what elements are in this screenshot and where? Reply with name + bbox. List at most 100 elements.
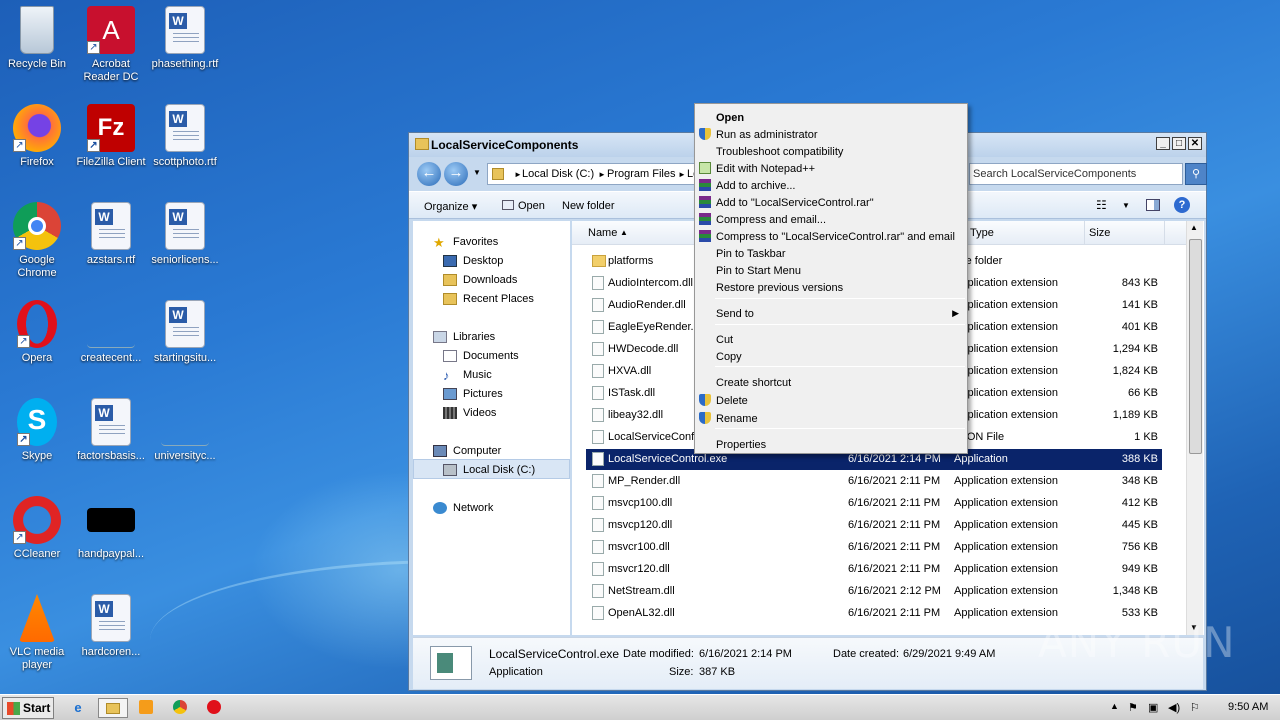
desktop-icon-universityc[interactable]: universityc...: [148, 398, 222, 463]
new-folder-button[interactable]: New folder: [562, 200, 615, 212]
desktop-icon-seniorlicens[interactable]: seniorlicens...: [148, 202, 222, 267]
open-button[interactable]: Open: [502, 200, 545, 212]
explorer-taskbar-icon[interactable]: [98, 698, 128, 718]
table-row[interactable]: NetStream.dll 6/16/2021 2:12 PM Applicatio…: [586, 581, 1162, 602]
nav-local-disk[interactable]: Local Disk (C:): [463, 464, 535, 476]
file-date: 6/16/2021 2:12 PM: [848, 585, 941, 597]
menu-item-delete[interactable]: Delete: [695, 392, 967, 409]
nav-music[interactable]: Music: [463, 369, 492, 381]
column-type[interactable]: Type: [970, 227, 994, 239]
desktop-icon-hardcoren[interactable]: hardcoren...: [74, 594, 148, 659]
menu-item-troubleshoot-compatibility[interactable]: Troubleshoot compatibility: [695, 143, 967, 160]
desktop-icon-ccleaner[interactable]: ↗ CCleaner: [0, 496, 74, 561]
minimize-button[interactable]: _: [1156, 137, 1170, 150]
recent-pages-chevron-icon[interactable]: ▼: [473, 168, 481, 177]
folder-icon: [592, 255, 606, 267]
breadcrumb-local-disk[interactable]: Local Disk (C:): [522, 168, 594, 180]
desktop-icon-vlc[interactable]: VLC media player: [0, 594, 74, 672]
menu-item-properties[interactable]: Properties: [695, 436, 967, 453]
menu-item-open[interactable]: Open: [695, 109, 967, 126]
menu-item-send-to[interactable]: Send to ▶: [695, 305, 967, 322]
column-separator[interactable]: [1084, 221, 1085, 245]
file-type: Application extension: [954, 387, 1058, 399]
nav-favorites[interactable]: Favorites: [453, 236, 498, 248]
nav-computer[interactable]: Computer: [453, 445, 501, 457]
file-name: msvcp100.dll: [608, 497, 673, 509]
menu-item-create-shortcut[interactable]: Create shortcut: [695, 374, 967, 391]
desktop-icon-createcent[interactable]: createcent...: [74, 300, 148, 365]
nav-videos[interactable]: Videos: [463, 407, 496, 419]
clock[interactable]: 9:50 AM: [1228, 701, 1268, 713]
maximize-button[interactable]: □: [1172, 137, 1186, 150]
volume-icon[interactable]: ◀): [1168, 701, 1180, 714]
menu-item-run-as-administrator[interactable]: Run as administrator: [695, 126, 967, 143]
search-input[interactable]: Search LocalServiceComponents: [969, 163, 1183, 185]
views-icon[interactable]: ☷: [1096, 198, 1107, 212]
desktop-icon-startingsitu[interactable]: startingsitu...: [148, 300, 222, 365]
desktop-icon-azstars[interactable]: azstars.rtf: [74, 202, 148, 267]
icon-label: factorsbasis...: [77, 450, 145, 462]
desktop-icon-recycle-bin[interactable]: Recycle Bin: [0, 6, 74, 71]
nav-recent-places[interactable]: Recent Places: [463, 293, 534, 305]
nav-network[interactable]: Network: [453, 502, 493, 514]
table-row[interactable]: msvcr100.dll 6/16/2021 2:11 PM Application…: [586, 537, 1162, 558]
chrome-taskbar-icon[interactable]: [170, 698, 190, 718]
menu-item-copy[interactable]: Copy: [695, 348, 967, 365]
organize-button[interactable]: Organize ▾: [424, 200, 477, 213]
nav-downloads[interactable]: Downloads: [463, 274, 517, 286]
menu-item-rename[interactable]: Rename: [695, 410, 967, 427]
nav-libraries[interactable]: Libraries: [453, 331, 495, 343]
menu-item-cut[interactable]: Cut: [695, 331, 967, 348]
search-icon[interactable]: ⚲: [1185, 163, 1207, 185]
menu-item-pin-to-start-menu[interactable]: Pin to Start Menu: [695, 262, 967, 279]
menu-item-edit-with-notepad[interactable]: Edit with Notepad++: [695, 160, 967, 177]
menu-item-add-to-localservicecontrol-rar[interactable]: Add to "LocalServiceControl.rar": [695, 194, 967, 211]
start-button[interactable]: Start: [2, 697, 54, 719]
opera-taskbar-icon[interactable]: [204, 698, 224, 718]
preview-pane-icon[interactable]: [1146, 199, 1160, 211]
desktop-icon-firefox[interactable]: ↗ Firefox: [0, 104, 74, 169]
desktop-icon-filezilla[interactable]: Fz ↗ FileZilla Client: [74, 104, 148, 169]
menu-item-compress-and-email[interactable]: Compress and email...: [695, 211, 967, 228]
table-row[interactable]: msvcr120.dll 6/16/2021 2:11 PM Application…: [586, 559, 1162, 580]
action-center-flag-icon[interactable]: ⚑: [1128, 701, 1138, 714]
file-name: AudioRender.dll: [608, 299, 686, 311]
desktop-icon-phasething[interactable]: phasething.rtf: [148, 6, 222, 71]
desktop-icon-skype[interactable]: S ↗ Skype: [0, 398, 74, 463]
nav-pictures[interactable]: Pictures: [463, 388, 503, 400]
back-arrow-icon[interactable]: ←: [417, 162, 441, 186]
column-name[interactable]: Name: [588, 227, 617, 239]
flag-icon[interactable]: ⚐: [1190, 701, 1200, 714]
forward-arrow-icon[interactable]: →: [444, 162, 468, 186]
desktop-icon-factorsbasis[interactable]: factorsbasis...: [74, 398, 148, 463]
scroll-up-icon[interactable]: ▲: [1190, 223, 1198, 232]
menu-item-add-to-archive[interactable]: Add to archive...: [695, 177, 967, 194]
media-player-icon[interactable]: [136, 698, 156, 718]
desktop-icon-opera[interactable]: ↗ Opera: [0, 300, 74, 365]
desktop-icon-handpaypal[interactable]: handpaypal...: [74, 496, 148, 561]
table-row[interactable]: MP_Render.dll 6/16/2021 2:11 PM Applicatio…: [586, 471, 1162, 492]
table-row[interactable]: msvcp120.dll 6/16/2021 2:11 PM Application…: [586, 515, 1162, 536]
desktop-icon-acrobat[interactable]: A ↗ Acrobat Reader DC: [74, 6, 148, 84]
column-separator[interactable]: [1164, 221, 1165, 245]
close-button[interactable]: ✕: [1188, 137, 1202, 150]
views-dropdown-icon[interactable]: ▼: [1122, 201, 1130, 210]
desktop-icon-scottphoto[interactable]: scottphoto.rtf: [148, 104, 222, 169]
help-icon[interactable]: ?: [1174, 197, 1190, 213]
menu-item-pin-to-taskbar[interactable]: Pin to Taskbar: [695, 245, 967, 262]
desktop-icon-chrome[interactable]: ↗ Google Chrome: [0, 202, 74, 280]
address-breadcrumb[interactable]: ► Local Disk (C:) ► Program Files ► Lo: [487, 163, 699, 185]
internet-explorer-icon[interactable]: e: [68, 698, 88, 718]
menu-item-compress-to-localservicecontrol-rar-and-email[interactable]: Compress to "LocalServiceControl.rar" an…: [695, 228, 967, 245]
show-hidden-icons-icon[interactable]: ▲: [1110, 701, 1119, 711]
nav-documents[interactable]: Documents: [463, 350, 519, 362]
scrollbar-thumb[interactable]: [1189, 239, 1202, 454]
table-row[interactable]: msvcp100.dll 6/16/2021 2:11 PM Application…: [586, 493, 1162, 514]
network-tray-icon[interactable]: ▣: [1148, 701, 1158, 714]
column-size[interactable]: Size: [1089, 227, 1110, 239]
menu-item-restore-previous-versions[interactable]: Restore previous versions: [695, 279, 967, 296]
breadcrumb-chevron-icon: ►: [514, 170, 522, 179]
breadcrumb-program-files[interactable]: Program Files: [607, 168, 675, 180]
nav-desktop[interactable]: Desktop: [463, 255, 503, 267]
vertical-scrollbar[interactable]: ▲ ▼: [1186, 221, 1203, 635]
